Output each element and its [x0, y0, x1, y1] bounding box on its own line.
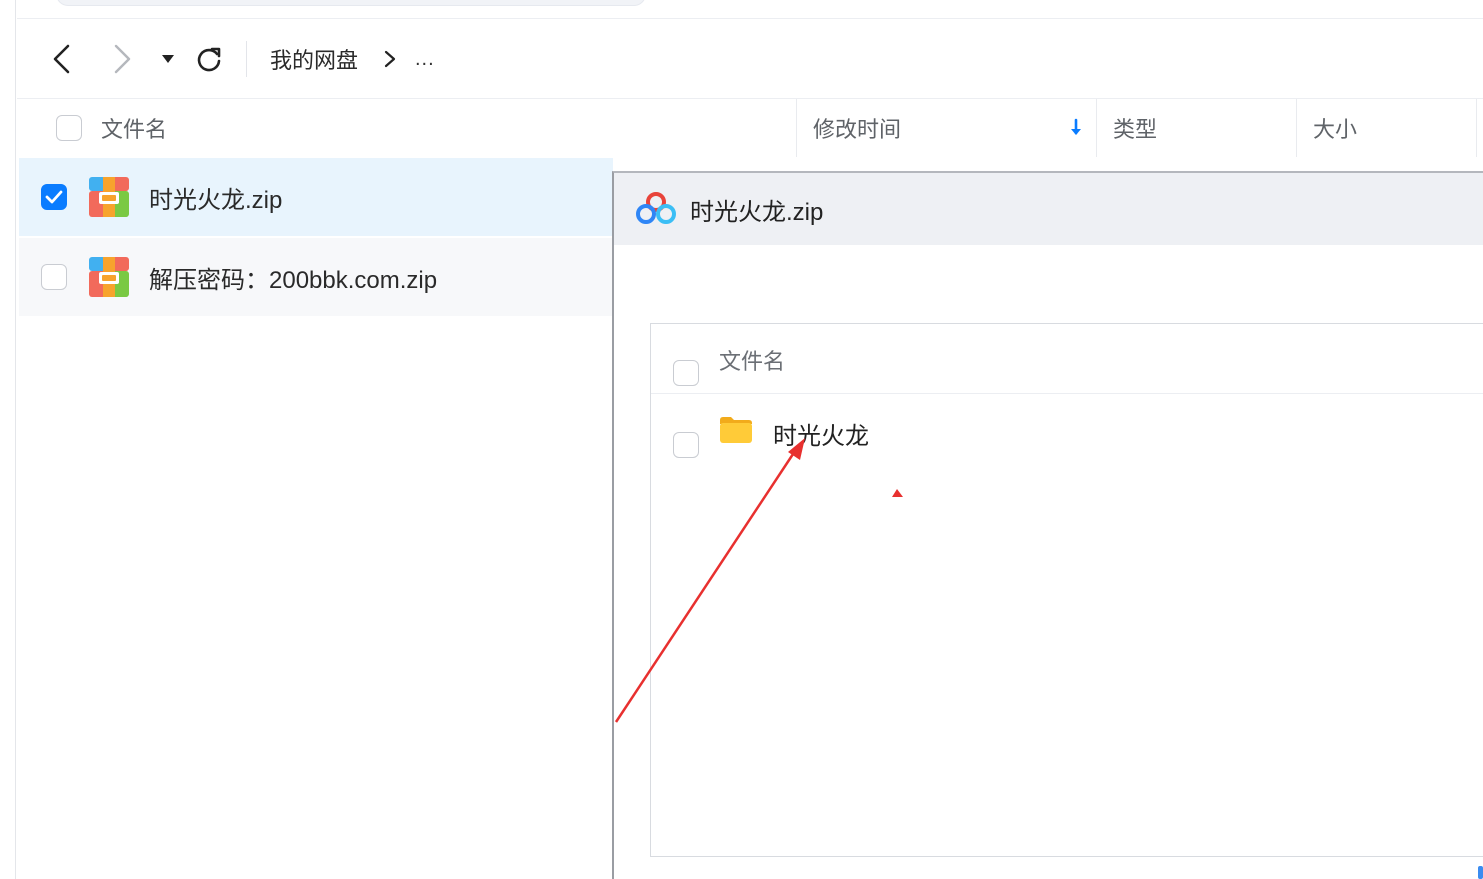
breadcrumb-more[interactable]: ... — [415, 43, 435, 75]
archive-preview-window: 时光火龙.zip 文件名 时光火龙 — [612, 171, 1483, 879]
file-manager-window: 我的网盘 ... 文件名 修改时间 类型 大小 时光火龙.zip 解压密码：20… — [0, 0, 1483, 879]
file-name[interactable]: 解压密码：200bbk.com.zip — [149, 260, 437, 295]
preview-title-bar: 时光火龙.zip — [614, 173, 1483, 245]
select-all-checkbox[interactable] — [56, 115, 82, 141]
select-all-checkbox[interactable] — [673, 360, 699, 386]
refresh-icon — [197, 47, 221, 72]
list-header: 文件名 修改时间 类型 大小 — [17, 99, 1483, 157]
forward-button[interactable] — [107, 41, 139, 77]
scroll-indicator — [1478, 866, 1483, 879]
file-row[interactable]: 时光火龙.zip — [19, 158, 613, 236]
zip-archive-icon — [89, 177, 129, 217]
folder-name[interactable]: 时光火龙 — [773, 416, 869, 451]
column-header-size[interactable]: 大小 — [1313, 99, 1357, 157]
refresh-button[interactable] — [193, 41, 225, 77]
toolbar-separator — [246, 41, 247, 77]
chevron-right-icon — [114, 44, 131, 74]
column-header-modified[interactable]: 修改时间 — [813, 99, 901, 157]
search-bar[interactable] — [56, 0, 646, 6]
preview-title: 时光火龙.zip — [690, 198, 824, 226]
row-checkbox[interactable] — [673, 432, 699, 458]
file-name[interactable]: 时光火龙.zip — [149, 180, 282, 215]
column-header-type[interactable]: 类型 — [1113, 99, 1157, 157]
archive-list-header: 文件名 — [651, 324, 1483, 394]
column-divider — [796, 99, 797, 157]
breadcrumb-separator — [383, 43, 397, 75]
folder-icon — [720, 417, 752, 443]
caret-down-icon — [162, 55, 174, 63]
nav-toolbar: 我的网盘 ... — [17, 19, 1483, 99]
checkmark-icon — [45, 190, 63, 204]
column-header-name[interactable]: 文件名 — [101, 99, 167, 157]
chevron-right-icon — [384, 50, 396, 68]
arrow-down-icon — [1071, 118, 1081, 135]
list-item[interactable]: 时光火龙 — [651, 396, 1483, 466]
column-header-name: 文件名 — [719, 349, 786, 374]
column-divider — [1096, 99, 1097, 157]
breadcrumb-root[interactable]: 我的网盘 — [270, 43, 358, 75]
file-row[interactable]: 解压密码：200bbk.com.zip — [19, 238, 613, 316]
row-checkbox[interactable] — [41, 264, 67, 290]
archive-file-list: 文件名 时光火龙 — [650, 323, 1483, 857]
row-checkbox-checked[interactable] — [41, 184, 67, 210]
chevron-left-icon — [53, 44, 70, 74]
zip-archive-icon — [89, 257, 129, 297]
column-divider — [1296, 99, 1297, 157]
sort-desc-button[interactable] — [1069, 99, 1083, 157]
left-edge — [0, 0, 16, 879]
history-dropdown-button[interactable] — [157, 41, 179, 77]
column-divider — [1476, 99, 1477, 157]
back-button[interactable] — [45, 41, 77, 77]
select-all[interactable] — [56, 99, 82, 157]
cloud-drive-logo-icon — [636, 192, 676, 224]
